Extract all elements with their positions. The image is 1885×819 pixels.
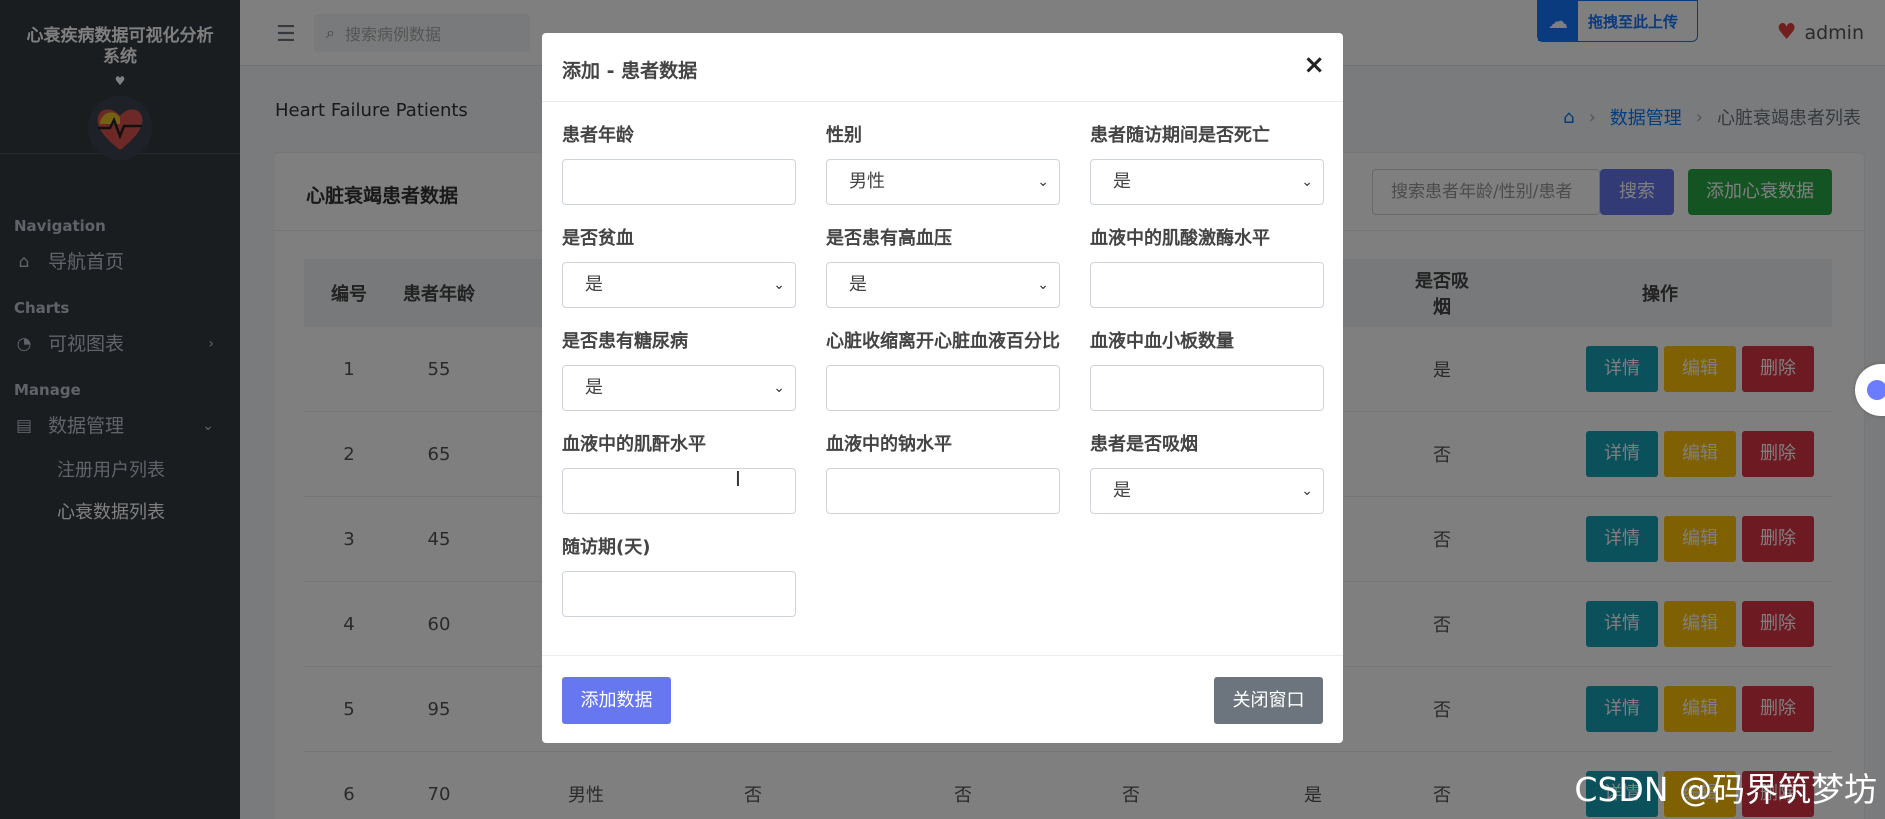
- cpk-input[interactable]: [1090, 262, 1324, 308]
- chevron-down-icon: ⌄: [773, 380, 785, 396]
- platelets-input[interactable]: [1090, 365, 1324, 411]
- creatinine-input[interactable]: [562, 468, 796, 514]
- age-input[interactable]: [562, 159, 796, 205]
- field-anaemia: 是否贫血 是 ⌄: [562, 227, 796, 308]
- field-sodium: 血液中的钠水平: [826, 433, 1060, 514]
- field-time: 随访期(天): [562, 536, 796, 617]
- chevron-down-icon: ⌄: [1037, 174, 1049, 190]
- add-patient-modal: 添加 - 患者数据 × 患者年龄 性别 男性 ⌄ 患者随访期间是否死亡 是 ⌄ 是否…: [542, 33, 1343, 743]
- modal-footer: 添加数据 关闭窗口: [542, 655, 1343, 743]
- field-age: 患者年龄: [562, 124, 796, 205]
- field-hbp: 是否患有高血压 是 ⌄: [826, 227, 1060, 308]
- chevron-down-icon: ⌄: [1301, 483, 1313, 499]
- field-smoking: 患者是否吸烟 是 ⌄: [1090, 433, 1324, 514]
- field-platelets: 血液中血小板数量: [1090, 330, 1324, 411]
- chevron-down-icon: ⌄: [773, 277, 785, 293]
- close-window-button[interactable]: 关闭窗口: [1214, 677, 1323, 724]
- smoking-select[interactable]: 是 ⌄: [1090, 468, 1324, 514]
- assistant-icon: [1867, 380, 1885, 400]
- chevron-down-icon: ⌄: [1301, 174, 1313, 190]
- field-sex: 性别 男性 ⌄: [826, 124, 1060, 205]
- death-select[interactable]: 是 ⌄: [1090, 159, 1324, 205]
- patient-form: 患者年龄 性别 男性 ⌄ 患者随访期间是否死亡 是 ⌄ 是否贫血 是 ⌄ 是否患有高血…: [542, 102, 1343, 655]
- field-ef: 心脏收缩离开心脏血液百分比: [826, 330, 1060, 411]
- close-icon[interactable]: ×: [1303, 51, 1325, 79]
- modal-header: 添加 - 患者数据 ×: [542, 33, 1343, 102]
- anaemia-select[interactable]: 是 ⌄: [562, 262, 796, 308]
- add-data-button[interactable]: 添加数据: [562, 677, 671, 724]
- watermark: CSDN @码界筑梦坊: [1574, 770, 1877, 809]
- time-input[interactable]: [562, 571, 796, 617]
- field-cpk: 血液中的肌酸激酶水平: [1090, 227, 1324, 308]
- ef-input[interactable]: [826, 365, 1060, 411]
- modal-title: 添加 - 患者数据: [562, 60, 698, 82]
- field-diabetes: 是否患有糖尿病 是 ⌄: [562, 330, 796, 411]
- chevron-down-icon: ⌄: [1037, 277, 1049, 293]
- diabetes-select[interactable]: 是 ⌄: [562, 365, 796, 411]
- hbp-select[interactable]: 是 ⌄: [826, 262, 1060, 308]
- sodium-input[interactable]: [826, 468, 1060, 514]
- sex-select[interactable]: 男性 ⌄: [826, 159, 1060, 205]
- field-creatinine: 血液中的肌酐水平: [562, 433, 796, 514]
- text-cursor-icon: I: [735, 467, 741, 491]
- field-death: 患者随访期间是否死亡 是 ⌄: [1090, 124, 1324, 205]
